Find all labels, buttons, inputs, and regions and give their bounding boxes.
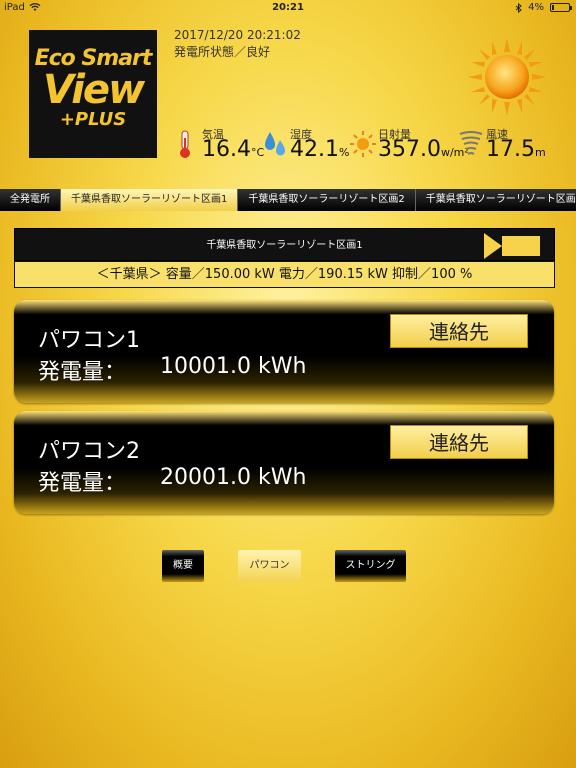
plant-summary: ＜千葉県＞ 容量／150.00 kW 電力／190.15 kW 抑制／100 % (14, 261, 555, 288)
datetime: 2017/12/20 20:21:02 (174, 28, 301, 42)
pcs-button[interactable]: パワコン (238, 550, 301, 582)
water-drop-icon (265, 132, 285, 156)
weather-metrics: 気温 16.4°C 湿度 42.1% 日射量 357.0w/m² 風速 17.5… (170, 124, 570, 164)
sun-icon (468, 38, 546, 116)
arrow-right-icon[interactable] (484, 233, 542, 259)
plant-status: 発電所状態／良好 (174, 45, 271, 59)
contact-button[interactable]: 連絡先 (390, 425, 528, 459)
pcs-name: パワコン1 (38, 328, 140, 353)
tab-section-2[interactable]: 千葉県香取ソーラーリゾート区画2 (238, 189, 416, 211)
thermometer-icon (180, 130, 190, 158)
generation-value: 10001.0 kWh (160, 354, 307, 379)
temperature-value: 16.4°C (202, 137, 265, 162)
battery-icon (550, 3, 572, 12)
logo-line2: View (42, 67, 145, 113)
sun-small-icon (350, 131, 376, 157)
generation-value: 20001.0 kWh (160, 465, 307, 490)
humidity-value: 42.1% (290, 137, 350, 162)
tornado-icon (459, 131, 483, 155)
tab-section-3[interactable]: 千葉県香取ソーラーリゾート区画3 (415, 189, 576, 211)
pcs-name: パワコン2 (38, 439, 140, 464)
plant-tabs: 全発電所 千葉県香取ソーラーリゾート区画1 千葉県香取ソーラーリゾート区画2 千… (0, 189, 576, 211)
overview-button[interactable]: 概要 (162, 550, 204, 582)
pcs-card[interactable]: パワコン1 発電量： 10001.0 kWh 連絡先 (14, 300, 554, 403)
wind-value: 17.5m (486, 137, 546, 162)
app-logo: Eco Smart View +PLUS (29, 30, 157, 158)
tab-all-plants[interactable]: 全発電所 (0, 189, 61, 211)
irradiance-value: 357.0w/m² (378, 137, 469, 162)
battery-percent: 4% (528, 2, 544, 13)
bluetooth-icon (515, 2, 522, 13)
panel-title: 千葉県香取ソーラーリゾート区画1 (206, 240, 363, 251)
tab-section-1[interactable]: 千葉県香取ソーラーリゾート区画1 (61, 189, 239, 211)
clock: 20:21 (272, 2, 304, 13)
pcs-card[interactable]: パワコン2 発電量： 20001.0 kWh 連絡先 (14, 411, 554, 514)
panel-header: 千葉県香取ソーラーリゾート区画1 (14, 228, 555, 261)
string-button[interactable]: ストリング (335, 550, 406, 582)
status-bar: iPad 20:21 4% (0, 0, 576, 16)
generation-label: 発電量： (38, 471, 127, 496)
contact-button[interactable]: 連絡先 (390, 314, 528, 348)
generation-label: 発電量： (38, 360, 127, 385)
